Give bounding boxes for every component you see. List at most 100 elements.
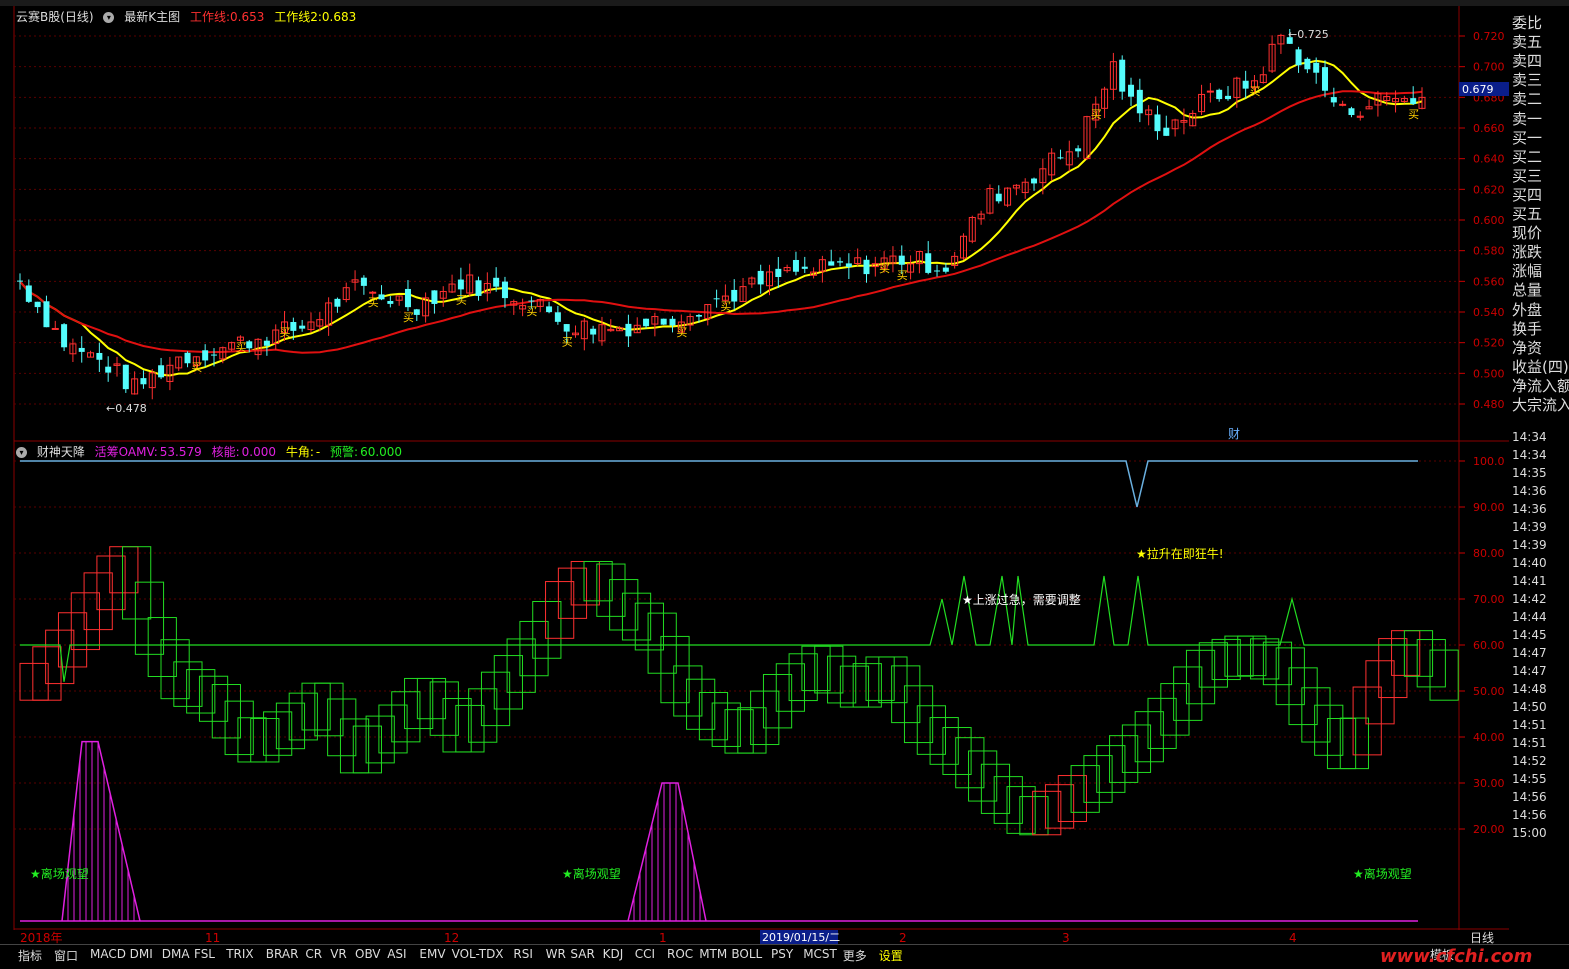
quote-field-20: 大宗流入 <box>1512 396 1569 414</box>
tick-time: 14:51 <box>1512 718 1547 732</box>
quote-field-2: 卖四 <box>1512 52 1543 71</box>
tab-cci[interactable]: CCI <box>635 947 655 961</box>
tab-fsl[interactable]: FSL <box>194 947 215 961</box>
candle-body <box>387 300 394 304</box>
tab-设置[interactable]: 设置 <box>879 947 903 964</box>
candle-body <box>404 288 411 308</box>
indicator-tab-bar: 指标 窗口 MACD DMI DMA FSL TRIX BRAR CR VR OBV ASI EMV VO… <box>0 944 1569 965</box>
indicator-box <box>621 592 652 641</box>
indicator-box <box>57 612 88 668</box>
candle-body <box>78 347 85 352</box>
buy-marker: 买 <box>676 326 687 339</box>
tick-time: 14:36 <box>1512 484 1547 498</box>
tick-time: 14:40 <box>1512 556 1547 570</box>
candle-body <box>493 277 500 287</box>
candle-body <box>378 294 385 300</box>
tab-vr[interactable]: VR <box>330 947 347 961</box>
tab-obv[interactable]: OBV <box>355 947 381 961</box>
tab-sar[interactable]: SAR <box>570 947 594 961</box>
price-tick-label: 0.640 <box>1473 153 1505 166</box>
indicator-box <box>1314 704 1344 756</box>
indicator-box <box>916 705 946 755</box>
tab-dmi[interactable]: DMI <box>130 947 153 961</box>
period-label[interactable]: 日线 <box>1470 931 1494 944</box>
tab-kdj[interactable]: KDJ <box>603 947 624 961</box>
tab-boll[interactable]: BOLL <box>731 947 762 961</box>
candle-body <box>925 253 932 273</box>
quote-field-19: 净流入额 <box>1512 376 1569 395</box>
tick-time: 14:47 <box>1512 646 1547 660</box>
tick-time: 14:42 <box>1512 592 1547 606</box>
tab-mtm[interactable]: MTM <box>699 947 727 961</box>
candle-body <box>1225 95 1232 100</box>
indicator-box <box>1083 755 1113 803</box>
tab-asi[interactable]: ASI <box>387 947 406 961</box>
tab-macd[interactable]: MACD <box>90 947 126 961</box>
buy-marker: 买 <box>368 296 379 309</box>
tab-mcst[interactable]: MCST <box>803 947 837 961</box>
indicator-box <box>493 655 523 710</box>
candle-body <box>1304 58 1311 70</box>
indicator-box <box>1096 745 1126 793</box>
tick-time: 14:41 <box>1512 574 1547 588</box>
annotation-leave-1: ★离场观望 <box>30 866 89 881</box>
current-price-text: 0.679 <box>1462 83 1494 96</box>
tab-wr[interactable]: WR <box>546 947 566 961</box>
indicator-box <box>83 572 113 631</box>
indicator-tick-label: 40.00 <box>1473 731 1505 744</box>
quote-field-13: 涨幅 <box>1512 262 1543 281</box>
price-tick-label: 0.700 <box>1473 61 1505 74</box>
tab-emv[interactable]: EMV <box>419 947 445 961</box>
tab-指标[interactable]: 指标 <box>18 947 42 964</box>
tab-dma[interactable]: DMA <box>162 947 190 961</box>
x-label-2018: 2018年 <box>20 931 63 944</box>
chart-canvas[interactable]: 0.7200.7000.6800.6600.6400.6200.6000.580… <box>0 0 1509 944</box>
indicator-box <box>557 567 588 619</box>
indicator-box <box>237 717 267 763</box>
indicator-box <box>288 692 318 741</box>
candle-body <box>590 328 597 335</box>
tab-rsi[interactable]: RSI <box>513 947 533 961</box>
green-signal-line <box>20 575 1418 682</box>
tick-time: 14:39 <box>1512 520 1547 534</box>
price-tick-label: 0.560 <box>1473 275 1505 288</box>
indicator-box <box>1173 666 1203 721</box>
candle-body <box>263 340 270 346</box>
indicator-box <box>198 675 229 722</box>
tab-cr[interactable]: CR <box>305 947 322 961</box>
indicator-box <box>609 579 639 631</box>
indicator-dropdown-icon[interactable]: ▾ <box>16 447 27 458</box>
candle-body <box>1136 89 1143 114</box>
x-label-4: 4 <box>1289 931 1297 944</box>
candle-body <box>43 301 50 328</box>
candle-body <box>546 306 553 313</box>
indicator-box <box>1365 660 1395 725</box>
candle-body <box>1410 98 1417 105</box>
indicator-box <box>903 685 934 744</box>
indicator-name[interactable]: 财神天降 <box>37 445 85 459</box>
quote-field-16: 换手 <box>1512 319 1543 338</box>
price-tick-label: 0.540 <box>1473 306 1505 319</box>
price-tick-label: 0.660 <box>1473 122 1505 135</box>
energy-label: 核能: <box>211 445 240 459</box>
tab-更多[interactable]: 更多 <box>843 947 867 964</box>
indicator-box <box>1147 697 1177 749</box>
candle-body <box>431 290 438 304</box>
indicator-box <box>1326 718 1357 770</box>
tab-psy[interactable]: PSY <box>771 947 793 961</box>
indicator-box <box>160 639 190 700</box>
tab-roc[interactable]: ROC <box>667 947 693 961</box>
indicator-box <box>801 645 831 692</box>
indicator-tick-label: 80.00 <box>1473 547 1505 560</box>
oamv-value: 53.579 <box>159 445 202 459</box>
tab-brar[interactable]: BRAR <box>266 947 299 961</box>
indicator-box <box>391 691 421 743</box>
tab-vol-tdx[interactable]: VOL-TDX <box>452 947 504 961</box>
indicator-box <box>1198 642 1228 688</box>
candle-body <box>34 301 41 308</box>
tab-trix[interactable]: TRIX <box>226 947 253 961</box>
candle-body <box>158 365 165 378</box>
indicator-box <box>327 698 357 757</box>
indicator-box <box>634 602 664 651</box>
tab-窗口[interactable]: 窗口 <box>54 947 78 964</box>
